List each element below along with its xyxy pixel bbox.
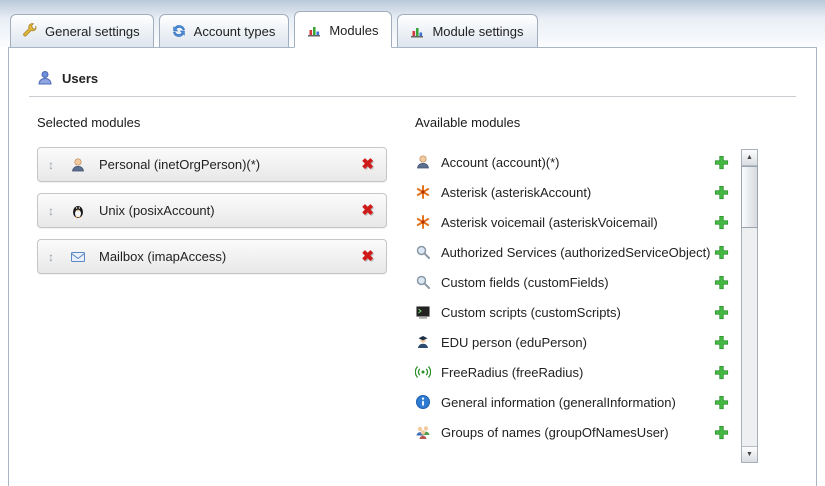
available-module-label: Custom scripts (customScripts) [441, 305, 714, 320]
scroll-down-button[interactable]: ▼ [742, 446, 757, 462]
tab-module-settings[interactable]: Module settings [397, 14, 537, 48]
drag-handle-icon[interactable]: ↕ [44, 204, 58, 218]
add-module-button[interactable] [714, 245, 729, 260]
magnifier-icon [415, 244, 431, 260]
remove-module-button[interactable]: ✖ [359, 249, 376, 264]
available-modules-heading: Available modules [415, 115, 758, 130]
magnifier-icon [415, 274, 431, 290]
radio-signal-icon [415, 364, 431, 380]
available-module-label: Account (account)(*) [441, 155, 714, 170]
selected-module-label: Personal (inetOrgPerson)(*) [99, 157, 359, 172]
selected-modules-column: Selected modules ↕ Personal (inetOrgPers… [37, 109, 387, 463]
info-icon [415, 394, 431, 410]
available-modules-column: Available modules Account (account)(*) A… [415, 109, 758, 463]
person-icon [415, 154, 431, 170]
tab-bar: General settings Account types Modules M… [0, 0, 825, 47]
available-module-account: Account (account)(*) [415, 147, 741, 177]
tab-label: Module settings [432, 24, 523, 39]
tab-general-settings[interactable]: General settings [10, 14, 154, 48]
asterisk-icon [415, 214, 431, 230]
bar-chart-icon [409, 23, 425, 39]
add-module-button[interactable] [714, 305, 729, 320]
scrollbar-track[interactable] [742, 166, 757, 446]
remove-module-button[interactable]: ✖ [359, 157, 376, 172]
available-modules-list: Account (account)(*) Asterisk (asteriskA… [415, 147, 741, 463]
available-module-edu-person: EDU person (eduPerson) [415, 327, 741, 357]
selected-module-label: Mailbox (imapAccess) [99, 249, 359, 264]
available-module-general-information: General information (generalInformation) [415, 387, 741, 417]
selected-module-personal[interactable]: ↕ Personal (inetOrgPerson)(*) ✖ [37, 147, 387, 182]
mail-envelope-icon [70, 249, 86, 265]
module-columns: Selected modules ↕ Personal (inetOrgPers… [29, 109, 796, 463]
drag-handle-icon[interactable]: ↕ [44, 250, 58, 264]
section-title: Users [62, 71, 98, 86]
tab-label: Modules [329, 23, 378, 38]
add-module-button[interactable] [714, 335, 729, 350]
available-module-custom-fields: Custom fields (customFields) [415, 267, 741, 297]
refresh-arrows-icon [171, 23, 187, 39]
add-module-button[interactable] [714, 215, 729, 230]
modules-panel: Users Selected modules ↕ Personal (inetO… [8, 47, 817, 486]
tab-modules[interactable]: Modules [294, 11, 392, 48]
available-module-label: Asterisk (asteriskAccount) [441, 185, 714, 200]
tab-account-types[interactable]: Account types [159, 14, 290, 48]
scroll-up-button[interactable]: ▲ [742, 150, 757, 166]
person-icon [70, 157, 86, 173]
scrollbar-thumb[interactable] [741, 166, 758, 228]
scrollbar[interactable]: ▲ ▼ [741, 149, 758, 463]
available-module-asterisk-voicemail: Asterisk voicemail (asteriskVoicemail) [415, 207, 741, 237]
available-module-label: Custom fields (customFields) [441, 275, 714, 290]
tab-label: Account types [194, 24, 276, 39]
asterisk-icon [415, 184, 431, 200]
wrench-icon [22, 23, 38, 39]
tab-label: General settings [45, 24, 140, 39]
selected-module-mailbox[interactable]: ↕ Mailbox (imapAccess) ✖ [37, 239, 387, 274]
selected-modules-heading: Selected modules [37, 115, 387, 130]
lam-configuration-screen: General settings Account types Modules M… [0, 0, 825, 486]
available-module-label: Asterisk voicemail (asteriskVoicemail) [441, 215, 714, 230]
terminal-icon [415, 304, 431, 320]
available-module-authorized-services: Authorized Services (authorizedServiceOb… [415, 237, 741, 267]
drag-handle-icon[interactable]: ↕ [44, 158, 58, 172]
available-module-label: Authorized Services (authorizedServiceOb… [441, 245, 714, 260]
available-module-freeradius: FreeRadius (freeRadius) [415, 357, 741, 387]
group-icon [415, 424, 431, 440]
available-module-asterisk: Asterisk (asteriskAccount) [415, 177, 741, 207]
section-header: Users [29, 70, 796, 97]
add-module-button[interactable] [714, 365, 729, 380]
add-module-button[interactable] [714, 395, 729, 410]
add-module-button[interactable] [714, 275, 729, 290]
user-icon [37, 70, 53, 86]
add-module-button[interactable] [714, 425, 729, 440]
available-module-label: Groups of names (groupOfNamesUser) [441, 425, 714, 440]
selected-module-unix[interactable]: ↕ Unix (posixAccount) ✖ [37, 193, 387, 228]
available-module-groups-of-names: Groups of names (groupOfNamesUser) [415, 417, 741, 447]
available-module-custom-scripts: Custom scripts (customScripts) [415, 297, 741, 327]
available-module-label: FreeRadius (freeRadius) [441, 365, 714, 380]
available-modules-list-area: Account (account)(*) Asterisk (asteriskA… [415, 147, 758, 463]
add-module-button[interactable] [714, 155, 729, 170]
selected-module-label: Unix (posixAccount) [99, 203, 359, 218]
bar-chart-icon [306, 22, 322, 38]
add-module-button[interactable] [714, 185, 729, 200]
remove-module-button[interactable]: ✖ [359, 203, 376, 218]
available-module-label: General information (generalInformation) [441, 395, 714, 410]
penguin-icon [70, 203, 86, 219]
graduate-person-icon [415, 334, 431, 350]
available-module-label: EDU person (eduPerson) [441, 335, 714, 350]
